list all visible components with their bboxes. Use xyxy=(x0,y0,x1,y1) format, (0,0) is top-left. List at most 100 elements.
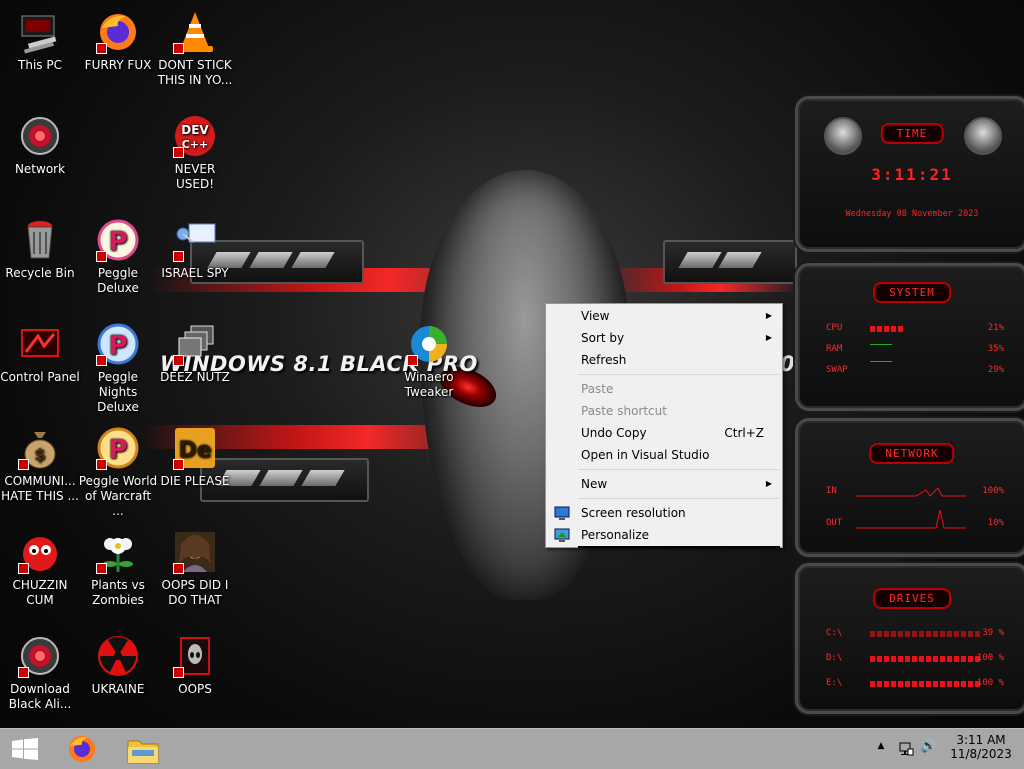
desktop-icon-label: NEVER USED! xyxy=(174,162,216,191)
drive-bar xyxy=(870,631,982,637)
network-row-label: IN xyxy=(826,486,837,496)
control-panel-icon xyxy=(18,322,62,366)
desktop-icon-oops[interactable]: OOPS xyxy=(155,628,235,697)
remote-desktop-icon xyxy=(173,218,217,262)
drive-row-value: 100 % xyxy=(976,653,1004,663)
desktop-icon-dont-stick-this[interactable]: DONT STICK THIS IN YO... xyxy=(155,4,235,88)
network-tray-icon[interactable] xyxy=(898,741,914,757)
folder-icon xyxy=(127,740,159,764)
network-icon xyxy=(18,114,62,158)
recycle-bin-icon xyxy=(18,218,62,262)
firefox-icon xyxy=(96,10,140,54)
menu-item-label: Screen resolution xyxy=(581,506,686,520)
desktop-icon-download-black-ali[interactable]: Download Black Ali... xyxy=(0,628,80,712)
menu-separator xyxy=(578,374,780,375)
winaero-tweaker-icon xyxy=(407,322,451,366)
menu-item-undo-copy[interactable]: Undo Copy Ctrl+Z xyxy=(546,422,782,444)
desktop-icon-peggle-world-of-warcraft[interactable]: P Peggle World of Warcraft ... xyxy=(78,420,158,519)
desktop-icon-label: FURRY FUX xyxy=(84,58,152,72)
de-app-icon: De xyxy=(173,426,217,470)
desktop-icon-label: OOPS xyxy=(178,682,212,696)
cpu-bar xyxy=(870,326,905,332)
system-row-ram: RAM 35% xyxy=(826,344,1004,358)
system-row-value: 21% xyxy=(987,323,1004,333)
menu-bottom-border xyxy=(578,546,780,548)
desktop-icon-israel-spy[interactable]: ISRAEL SPY xyxy=(155,212,235,281)
peggle-icon: P xyxy=(96,218,140,262)
desktop-icon-deez-nutz[interactable]: DEEZ NUTZ xyxy=(155,316,235,385)
desktop-icon-never-used[interactable]: DEV C++ NEVER USED! xyxy=(155,108,235,192)
desktop-icon-label: Peggle Nights Deluxe xyxy=(97,370,139,414)
network-gadget-title: NETWORK xyxy=(869,443,955,464)
dev-cpp-icon: DEV C++ xyxy=(173,114,217,158)
vlc-cone-icon xyxy=(173,10,217,54)
system-row-swap: SWAP 29% xyxy=(826,361,1004,379)
desktop-icon-recycle-bin[interactable]: Recycle Bin xyxy=(0,212,80,281)
gadget-clock: 3:11:21 xyxy=(871,165,953,184)
taskbar-firefox-button[interactable] xyxy=(58,729,104,769)
menu-item-label: Paste shortcut xyxy=(581,404,667,418)
system-gadget[interactable]: SYSTEM CPU 21% RAM 35% SWAP 29% xyxy=(795,263,1024,411)
wallpaper-metal-plate xyxy=(663,240,797,284)
portrait-icon xyxy=(173,530,217,574)
volume-icon[interactable]: 🔊 xyxy=(919,739,939,754)
taskbar-file-explorer-button[interactable] xyxy=(120,729,166,769)
menu-item-sort-by[interactable]: Sort by ▶ xyxy=(546,327,782,349)
system-row-cpu: CPU 21% xyxy=(826,323,1004,337)
drives-gadget-title: DRIVES xyxy=(873,588,951,609)
desktop-icon-label: OOPS DID I DO THAT xyxy=(161,578,229,607)
desktop-icon-label: Plants vs Zombies xyxy=(91,578,145,607)
peggle-letter: P xyxy=(108,331,127,361)
drive-row-e: E:\ 100 % xyxy=(826,678,1004,692)
menu-item-refresh[interactable]: Refresh xyxy=(546,349,782,371)
drive-bar xyxy=(870,656,982,662)
windows-logo-icon xyxy=(12,738,38,760)
taskbar-clock[interactable]: 3:11 AM 11/8/2023 xyxy=(948,733,1014,761)
menu-item-paste-shortcut[interactable]: Paste shortcut xyxy=(546,400,782,422)
desktop-icon-control-panel[interactable]: Control Panel xyxy=(0,316,80,385)
network-gadget[interactable]: NETWORK IN 100% OUT 10% xyxy=(795,418,1024,557)
menu-item-open-in-visual-studio[interactable]: Open in Visual Studio xyxy=(546,444,782,466)
desktop-icon-label: Peggle World of Warcraft ... xyxy=(78,474,158,518)
desktop-icon-plants-vs-zombies[interactable]: Plants vs Zombies xyxy=(78,524,158,608)
system-row-value: 35% xyxy=(987,344,1004,354)
menu-item-label: View xyxy=(581,309,610,323)
menu-item-new[interactable]: New ▶ xyxy=(546,473,782,495)
desktop-icon-this-pc[interactable]: This PC xyxy=(0,4,80,73)
menu-item-view[interactable]: View ▶ xyxy=(546,305,782,327)
menu-item-personalize[interactable]: Personalize xyxy=(546,524,782,546)
network-row-value: 10% xyxy=(987,518,1004,528)
menu-item-paste[interactable]: Paste xyxy=(546,378,782,400)
desktop-icon-label: Network xyxy=(14,162,66,176)
drive-row-c: C:\ 39 % xyxy=(826,628,1004,642)
menu-item-screen-resolution[interactable]: Screen resolution xyxy=(546,502,782,524)
drive-row-value: 39 % xyxy=(982,628,1004,638)
radiation-icon xyxy=(96,634,140,678)
time-gadget[interactable]: TIME 3:11:21 Wednesday 08 November 2023 xyxy=(795,96,1024,252)
swap-bar xyxy=(870,361,892,362)
start-button[interactable] xyxy=(0,729,50,769)
desktop-icon-ukraine[interactable]: UKRAINE xyxy=(78,628,158,697)
alien-logo-icon xyxy=(964,117,1002,155)
network-row-out: OUT 10% xyxy=(826,509,1004,532)
desktop-icon-winaero-tweaker[interactable]: Winaero Tweaker xyxy=(389,316,469,400)
peggle-letter: P xyxy=(108,227,127,257)
desktop-icon-die-please[interactable]: De DIE PLEASE xyxy=(155,420,235,489)
menu-item-label: Sort by xyxy=(581,331,625,345)
desktop-icon-label: Peggle Deluxe xyxy=(97,266,139,295)
desktop-icon-peggle-nights-deluxe[interactable]: P Peggle Nights Deluxe xyxy=(78,316,158,415)
desktop-icon-furry-fux[interactable]: FURRY FUX xyxy=(78,4,158,73)
drive-bar xyxy=(870,681,982,687)
drives-gadget[interactable]: DRIVES C:\ 39 % D:\ 100 % E:\ 100 % xyxy=(795,563,1024,714)
show-hidden-icons-button[interactable]: ▲ xyxy=(874,741,888,751)
desktop-icon-network[interactable]: Network xyxy=(0,108,80,177)
network-row-value: 100% xyxy=(982,486,1004,496)
submenu-arrow-icon: ▶ xyxy=(765,479,772,488)
desktop-icon-communi[interactable]: $ COMMUNI... HATE THIS ... xyxy=(0,420,80,504)
system-row-label: SWAP xyxy=(826,365,848,375)
desktop-icon-peggle-deluxe[interactable]: P Peggle Deluxe xyxy=(78,212,158,296)
network-row-label: OUT xyxy=(826,518,843,528)
desktop-icon-oops-did-i-do-that[interactable]: OOPS DID I DO THAT xyxy=(155,524,235,608)
desktop-icon-chuzzin-cum[interactable]: CHUZZIN CUM xyxy=(0,524,80,608)
drive-row-d: D:\ 100 % xyxy=(826,653,1004,667)
